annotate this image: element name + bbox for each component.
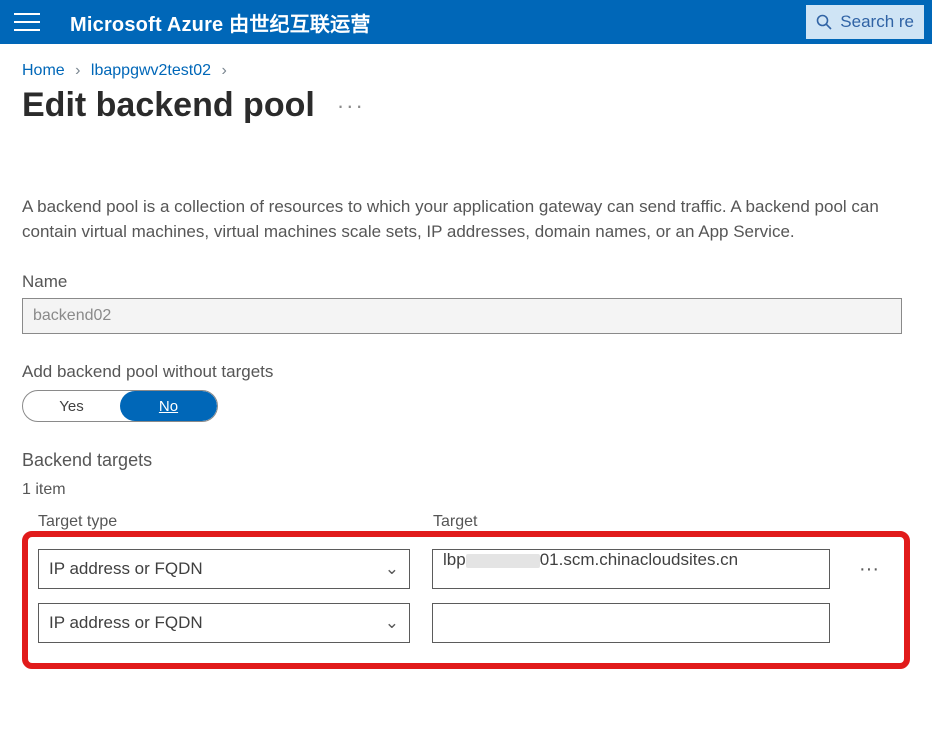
target-type-select[interactable]: IP address or FQDN ⌄: [38, 549, 410, 589]
page-body: Home › lbappgwv2test02 › Edit backend po…: [0, 44, 932, 669]
name-label: Name: [22, 272, 910, 292]
target-value-input[interactable]: [432, 603, 830, 643]
toggle-no[interactable]: No: [120, 391, 217, 421]
search-placeholder: Search re: [840, 12, 914, 32]
table-row: IP address or FQDN ⌄ lbp 01.scm.chinaclou…: [38, 549, 894, 589]
backend-targets-label: Backend targets: [22, 450, 910, 471]
targets-grid: Target type Target IP address or FQDN ⌄ …: [22, 513, 910, 669]
backend-targets-count: 1 item: [22, 481, 910, 499]
chevron-right-icon: ›: [75, 62, 80, 79]
brand-label: Microsoft Azure 由世纪互联运营: [70, 8, 371, 37]
without-targets-label: Add backend pool without targets: [22, 362, 910, 382]
table-row: IP address or FQDN ⌄: [38, 603, 894, 643]
global-search[interactable]: Search re: [806, 5, 924, 39]
breadcrumb-item[interactable]: lbappgwv2test02: [91, 62, 211, 79]
search-icon: [816, 14, 832, 30]
target-type-select[interactable]: IP address or FQDN ⌄: [38, 603, 410, 643]
row-more-icon[interactable]: ···: [852, 558, 886, 581]
breadcrumb: Home › lbappgwv2test02 ›: [22, 62, 910, 80]
target-type-value: IP address or FQDN: [49, 559, 203, 579]
more-actions-icon[interactable]: ···: [337, 93, 365, 119]
highlighted-rows: IP address or FQDN ⌄ lbp 01.scm.chinaclou…: [22, 531, 910, 669]
col-header-type: Target type: [38, 513, 433, 531]
target-value-suffix: 01.scm.chinacloudsites.cn: [540, 550, 738, 569]
azure-topbar: Microsoft Azure 由世纪互联运营 Search re: [0, 0, 932, 44]
chevron-down-icon: ⌄: [385, 613, 399, 633]
breadcrumb-home[interactable]: Home: [22, 62, 65, 79]
description-text: A backend pool is a collection of resour…: [22, 195, 902, 244]
redacted-segment: [466, 554, 540, 568]
page-title: Edit backend pool: [22, 86, 315, 125]
hamburger-icon[interactable]: [14, 13, 40, 31]
chevron-down-icon: ⌄: [385, 559, 399, 579]
target-value-prefix: lbp: [443, 550, 466, 569]
target-type-value: IP address or FQDN: [49, 613, 203, 633]
target-value-input[interactable]: lbp 01.scm.chinacloudsites.cn: [432, 549, 830, 589]
without-targets-toggle[interactable]: Yes No: [22, 390, 218, 422]
name-input[interactable]: [22, 298, 902, 334]
chevron-right-icon: ›: [221, 62, 226, 79]
toggle-yes[interactable]: Yes: [23, 391, 120, 421]
col-header-target: Target: [433, 513, 863, 531]
